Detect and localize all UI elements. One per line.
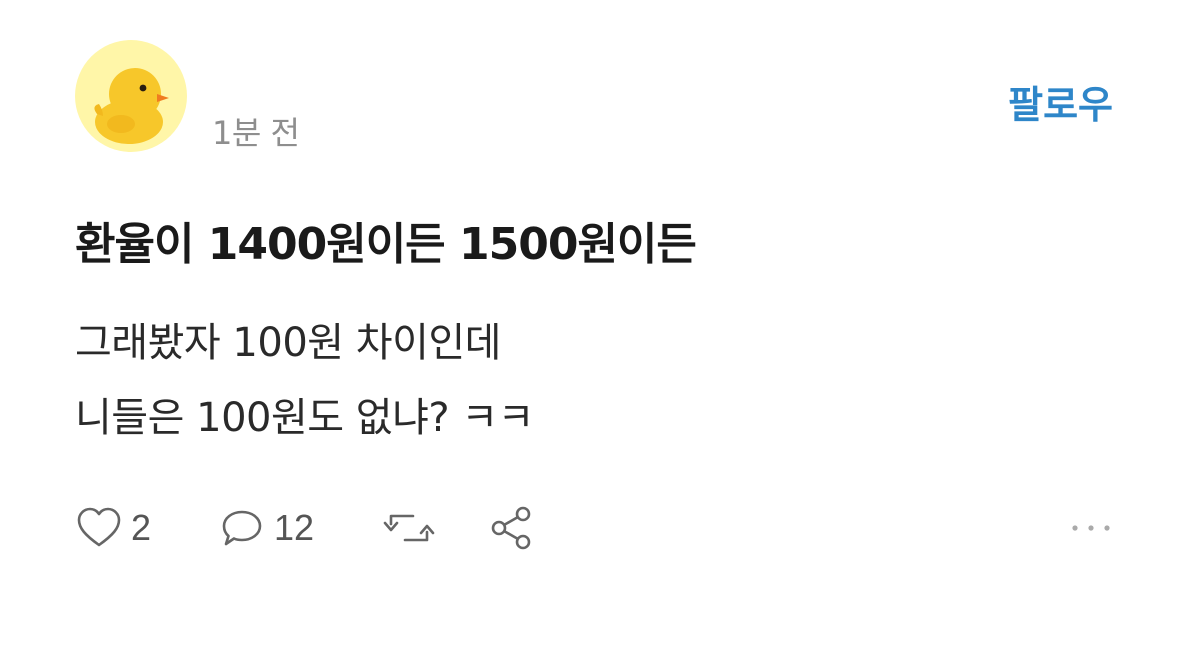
post-timestamp: 1분 전 (212, 114, 300, 152)
comment-icon (222, 510, 262, 546)
more-options-button[interactable] (1067, 500, 1115, 556)
like-button[interactable]: 2 (75, 500, 151, 556)
heart-icon (77, 507, 121, 547)
follow-button[interactable]: 팔로우 (1008, 74, 1113, 129)
comment-button[interactable]: 12 (218, 500, 314, 556)
post-title: 환율이 1400원이든 1500원이든 (75, 219, 697, 270)
duck-icon (94, 68, 169, 144)
action-bar: 2 12 (75, 500, 1115, 556)
ellipsis-icon (1072, 525, 1110, 531)
like-count: 2 (131, 507, 152, 548)
post-card: 1분 전 팔로우 환율이 1400원이든 1500원이든 그래봤자 100원 차… (0, 0, 1179, 645)
post-body-line-1: 그래봤자 100원 차이인데 (75, 320, 501, 366)
share-button[interactable] (487, 500, 535, 556)
post-body-line-2: 니들은 100원도 없냐? ㅋㅋ (75, 395, 534, 441)
comment-count: 12 (274, 507, 315, 548)
share-icon (491, 506, 531, 550)
avatar[interactable] (75, 40, 187, 152)
repost-button[interactable] (383, 500, 435, 556)
repost-icon (383, 514, 435, 542)
